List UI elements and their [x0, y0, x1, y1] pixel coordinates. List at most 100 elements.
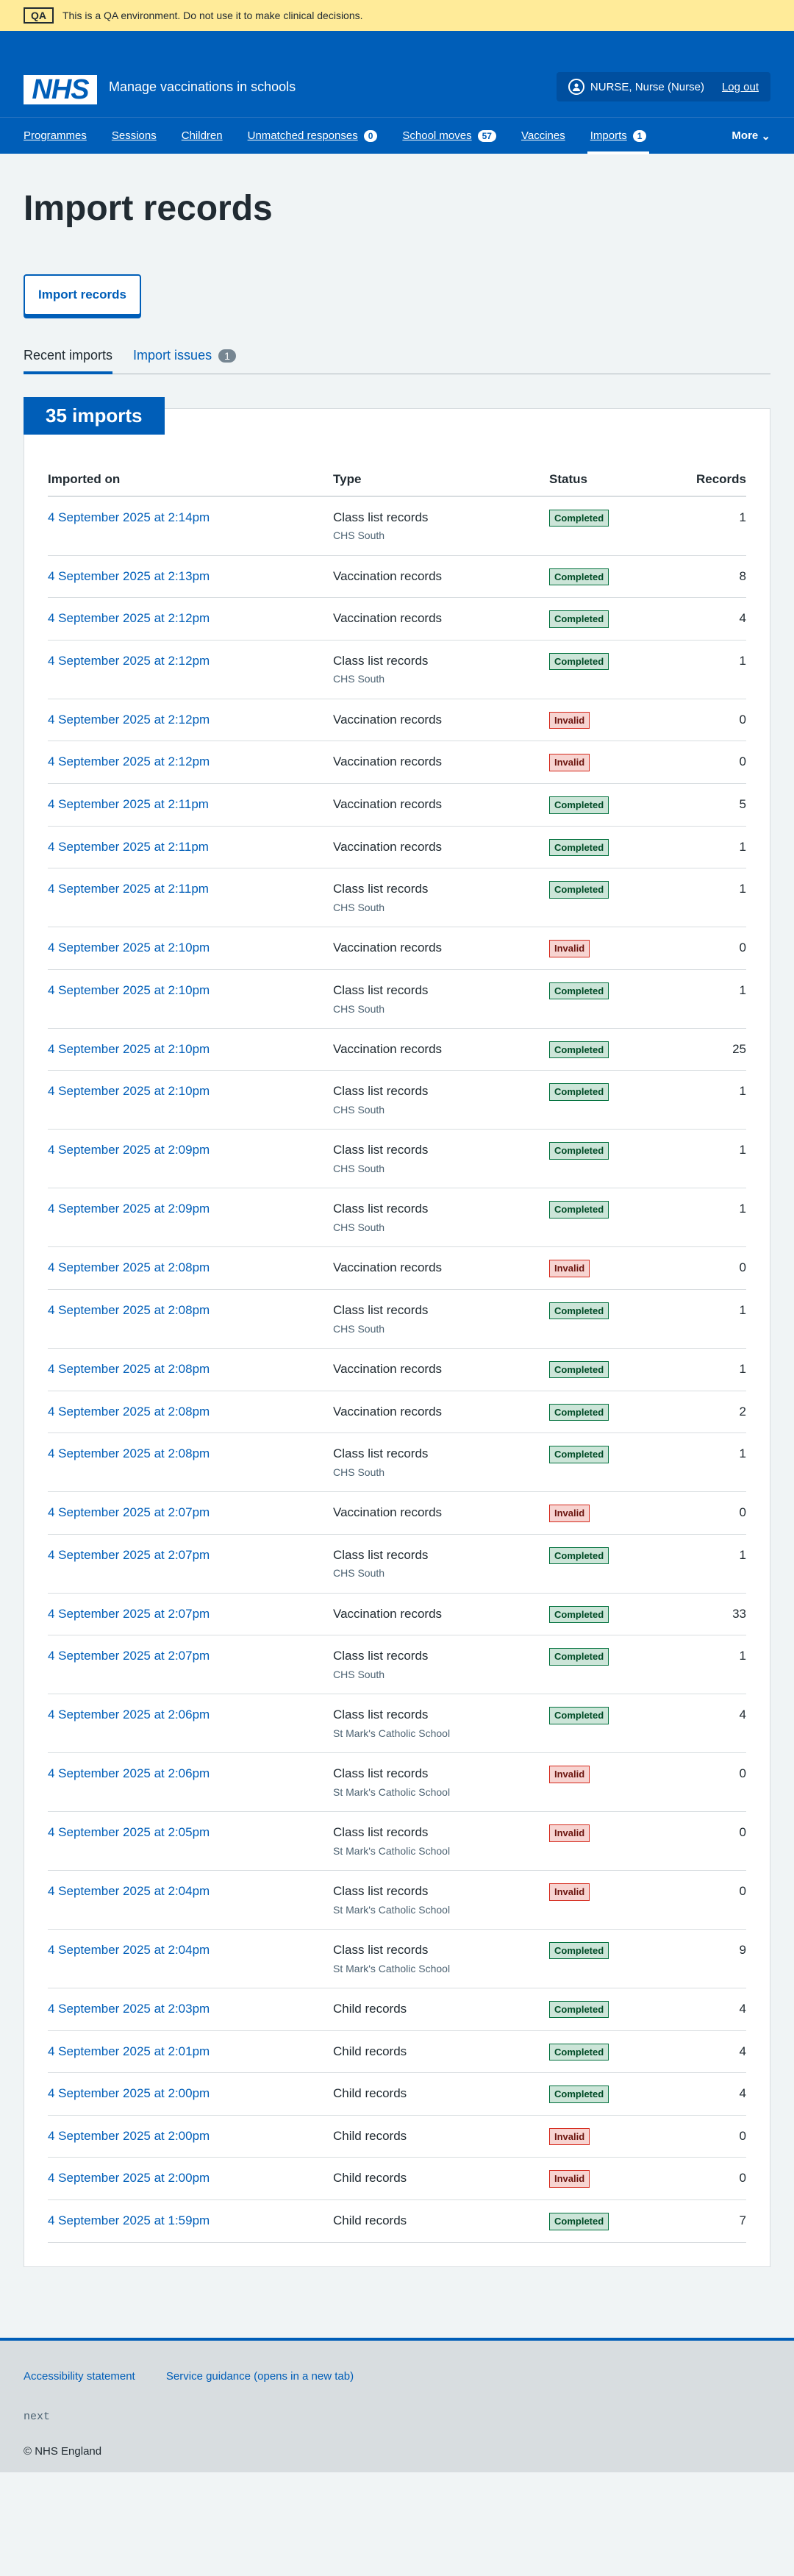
- qa-message: This is a QA environment. Do not use it …: [62, 10, 363, 21]
- import-date-link[interactable]: 4 September 2025 at 2:06pm: [48, 1708, 210, 1722]
- type-location: CHS South: [333, 673, 385, 685]
- tab-import-issues[interactable]: Import issues 1: [133, 342, 236, 374]
- import-type: Class list records: [333, 1884, 429, 1899]
- records-count: 1: [667, 1635, 746, 1695]
- import-date-link[interactable]: 4 September 2025 at 2:08pm: [48, 1405, 210, 1419]
- import-date-link[interactable]: 4 September 2025 at 2:07pm: [48, 1505, 210, 1519]
- import-date-link[interactable]: 4 September 2025 at 2:10pm: [48, 983, 210, 997]
- nav-more-button[interactable]: More ⌄: [732, 118, 770, 154]
- import-date-link[interactable]: 4 September 2025 at 2:11pm: [48, 797, 209, 811]
- status-badge: Completed: [549, 610, 609, 628]
- type-location: St Mark's Catholic School: [333, 1962, 451, 1974]
- status-badge: Invalid: [549, 1766, 590, 1783]
- import-date-link[interactable]: 4 September 2025 at 2:08pm: [48, 1303, 210, 1317]
- service-name[interactable]: Manage vaccinations in schools: [109, 79, 296, 95]
- import-date-link[interactable]: 4 September 2025 at 2:08pm: [48, 1446, 210, 1460]
- table-row: 4 September 2025 at 2:12pm Vaccination re…: [48, 699, 746, 742]
- records-count: 4: [667, 1988, 746, 2031]
- table-row: 4 September 2025 at 2:10pm Class list rec…: [48, 1070, 746, 1130]
- import-date-link[interactable]: 4 September 2025 at 2:00pm: [48, 2086, 210, 2100]
- import-type: Class list records: [333, 882, 429, 896]
- import-date-link[interactable]: 4 September 2025 at 2:08pm: [48, 1362, 210, 1376]
- records-count: 1: [667, 1433, 746, 1493]
- table-row: 4 September 2025 at 2:11pm Vaccination re…: [48, 783, 746, 827]
- import-type: Class list records: [333, 510, 429, 524]
- records-count: 0: [667, 927, 746, 970]
- import-type: Child records: [333, 2213, 407, 2228]
- import-type: Class list records: [333, 1143, 429, 1157]
- col-header-status: Status: [549, 461, 667, 497]
- import-date-link[interactable]: 4 September 2025 at 2:14pm: [48, 510, 210, 524]
- nav-school-moves[interactable]: School moves 57: [402, 118, 496, 154]
- records-count: 33: [667, 1593, 746, 1636]
- import-records-button[interactable]: Import records: [24, 274, 141, 315]
- table-row: 4 September 2025 at 2:08pm Vaccination re…: [48, 1348, 746, 1391]
- import-date-link[interactable]: 4 September 2025 at 2:09pm: [48, 1202, 210, 1216]
- import-date-link[interactable]: 4 September 2025 at 2:12pm: [48, 713, 210, 727]
- import-date-link[interactable]: 4 September 2025 at 2:10pm: [48, 941, 210, 955]
- records-count: 0: [667, 1491, 746, 1535]
- records-count: 0: [667, 1811, 746, 1872]
- import-date-link[interactable]: 4 September 2025 at 2:03pm: [48, 2002, 210, 2016]
- import-date-link[interactable]: 4 September 2025 at 2:00pm: [48, 2171, 210, 2185]
- import-date-link[interactable]: 4 September 2025 at 2:04pm: [48, 1884, 210, 1898]
- import-date-link[interactable]: 4 September 2025 at 2:07pm: [48, 1607, 210, 1621]
- import-date-link[interactable]: 4 September 2025 at 2:09pm: [48, 1143, 210, 1157]
- status-badge: Invalid: [549, 2127, 590, 2146]
- tab-recent-imports[interactable]: Recent imports: [24, 342, 113, 374]
- import-date-link[interactable]: 4 September 2025 at 2:08pm: [48, 1260, 210, 1274]
- logout-link[interactable]: Log out: [722, 81, 759, 93]
- import-date-link[interactable]: 4 September 2025 at 2:07pm: [48, 1649, 210, 1663]
- accessibility-statement-link[interactable]: Accessibility statement: [24, 2370, 135, 2383]
- records-count: 1: [667, 969, 746, 1029]
- import-date-link[interactable]: 4 September 2025 at 2:12pm: [48, 611, 210, 625]
- table-row: 4 September 2025 at 2:10pm Vaccination re…: [48, 927, 746, 970]
- import-date-link[interactable]: 4 September 2025 at 2:12pm: [48, 754, 210, 768]
- import-date-link[interactable]: 4 September 2025 at 2:10pm: [48, 1084, 210, 1098]
- service-guidance-link[interactable]: Service guidance (opens in a new tab): [166, 2370, 354, 2383]
- records-count: 0: [667, 2157, 746, 2201]
- status-badge: Invalid: [549, 1824, 590, 1842]
- import-date-link[interactable]: 4 September 2025 at 1:59pm: [48, 2213, 210, 2227]
- nav-vaccines[interactable]: Vaccines: [521, 118, 565, 154]
- import-date-link[interactable]: 4 September 2025 at 2:10pm: [48, 1042, 210, 1056]
- import-date-link[interactable]: 4 September 2025 at 2:04pm: [48, 1943, 210, 1957]
- import-date-link[interactable]: 4 September 2025 at 2:11pm: [48, 882, 209, 896]
- import-type: Vaccination records: [333, 1505, 443, 1520]
- import-type: Vaccination records: [333, 568, 443, 583]
- import-type: Vaccination records: [333, 941, 443, 955]
- import-date-link[interactable]: 4 September 2025 at 2:12pm: [48, 654, 210, 668]
- records-count: 4: [667, 2072, 746, 2116]
- status-badge: Completed: [549, 1403, 609, 1421]
- account-bar: NURSE, Nurse (Nurse) Log out: [556, 72, 770, 101]
- nav-programmes[interactable]: Programmes: [24, 118, 87, 154]
- records-count: 25: [667, 1028, 746, 1071]
- import-type: Vaccination records: [333, 839, 443, 854]
- nav-imports[interactable]: Imports 1: [587, 118, 650, 154]
- table-row: 4 September 2025 at 2:12pm Vaccination re…: [48, 597, 746, 641]
- import-date-link[interactable]: 4 September 2025 at 2:00pm: [48, 2129, 210, 2143]
- type-location: St Mark's Catholic School: [333, 1785, 451, 1798]
- status-badge: Invalid: [549, 940, 590, 957]
- import-type: Child records: [333, 2171, 407, 2186]
- import-date-link[interactable]: 4 September 2025 at 2:07pm: [48, 1548, 210, 1562]
- import-date-link[interactable]: 4 September 2025 at 2:11pm: [48, 840, 209, 854]
- table-row: 4 September 2025 at 1:59pm Child records C…: [48, 2199, 746, 2243]
- table-row: 4 September 2025 at 2:00pm Child records C…: [48, 2072, 746, 2116]
- import-date-link[interactable]: 4 September 2025 at 2:06pm: [48, 1766, 210, 1780]
- import-date-link[interactable]: 4 September 2025 at 2:01pm: [48, 2044, 210, 2058]
- records-count: 1: [667, 1289, 746, 1349]
- records-count: 1: [667, 868, 746, 928]
- primary-nav: Programmes Sessions Children Unmatched r…: [0, 117, 794, 154]
- nav-children[interactable]: Children: [182, 118, 223, 154]
- records-count: 5: [667, 783, 746, 827]
- col-header-type: Type: [333, 461, 549, 497]
- import-date-link[interactable]: 4 September 2025 at 2:13pm: [48, 569, 210, 583]
- nav-sessions[interactable]: Sessions: [112, 118, 157, 154]
- nav-unmatched-responses[interactable]: Unmatched responses 0: [248, 118, 378, 154]
- nhs-logo[interactable]: NHS: [24, 75, 97, 104]
- import-type: Class list records: [333, 1942, 429, 1957]
- import-date-link[interactable]: 4 September 2025 at 2:05pm: [48, 1825, 210, 1839]
- table-row: 4 September 2025 at 2:10pm Vaccination re…: [48, 1028, 746, 1071]
- import-type: Class list records: [333, 1084, 429, 1099]
